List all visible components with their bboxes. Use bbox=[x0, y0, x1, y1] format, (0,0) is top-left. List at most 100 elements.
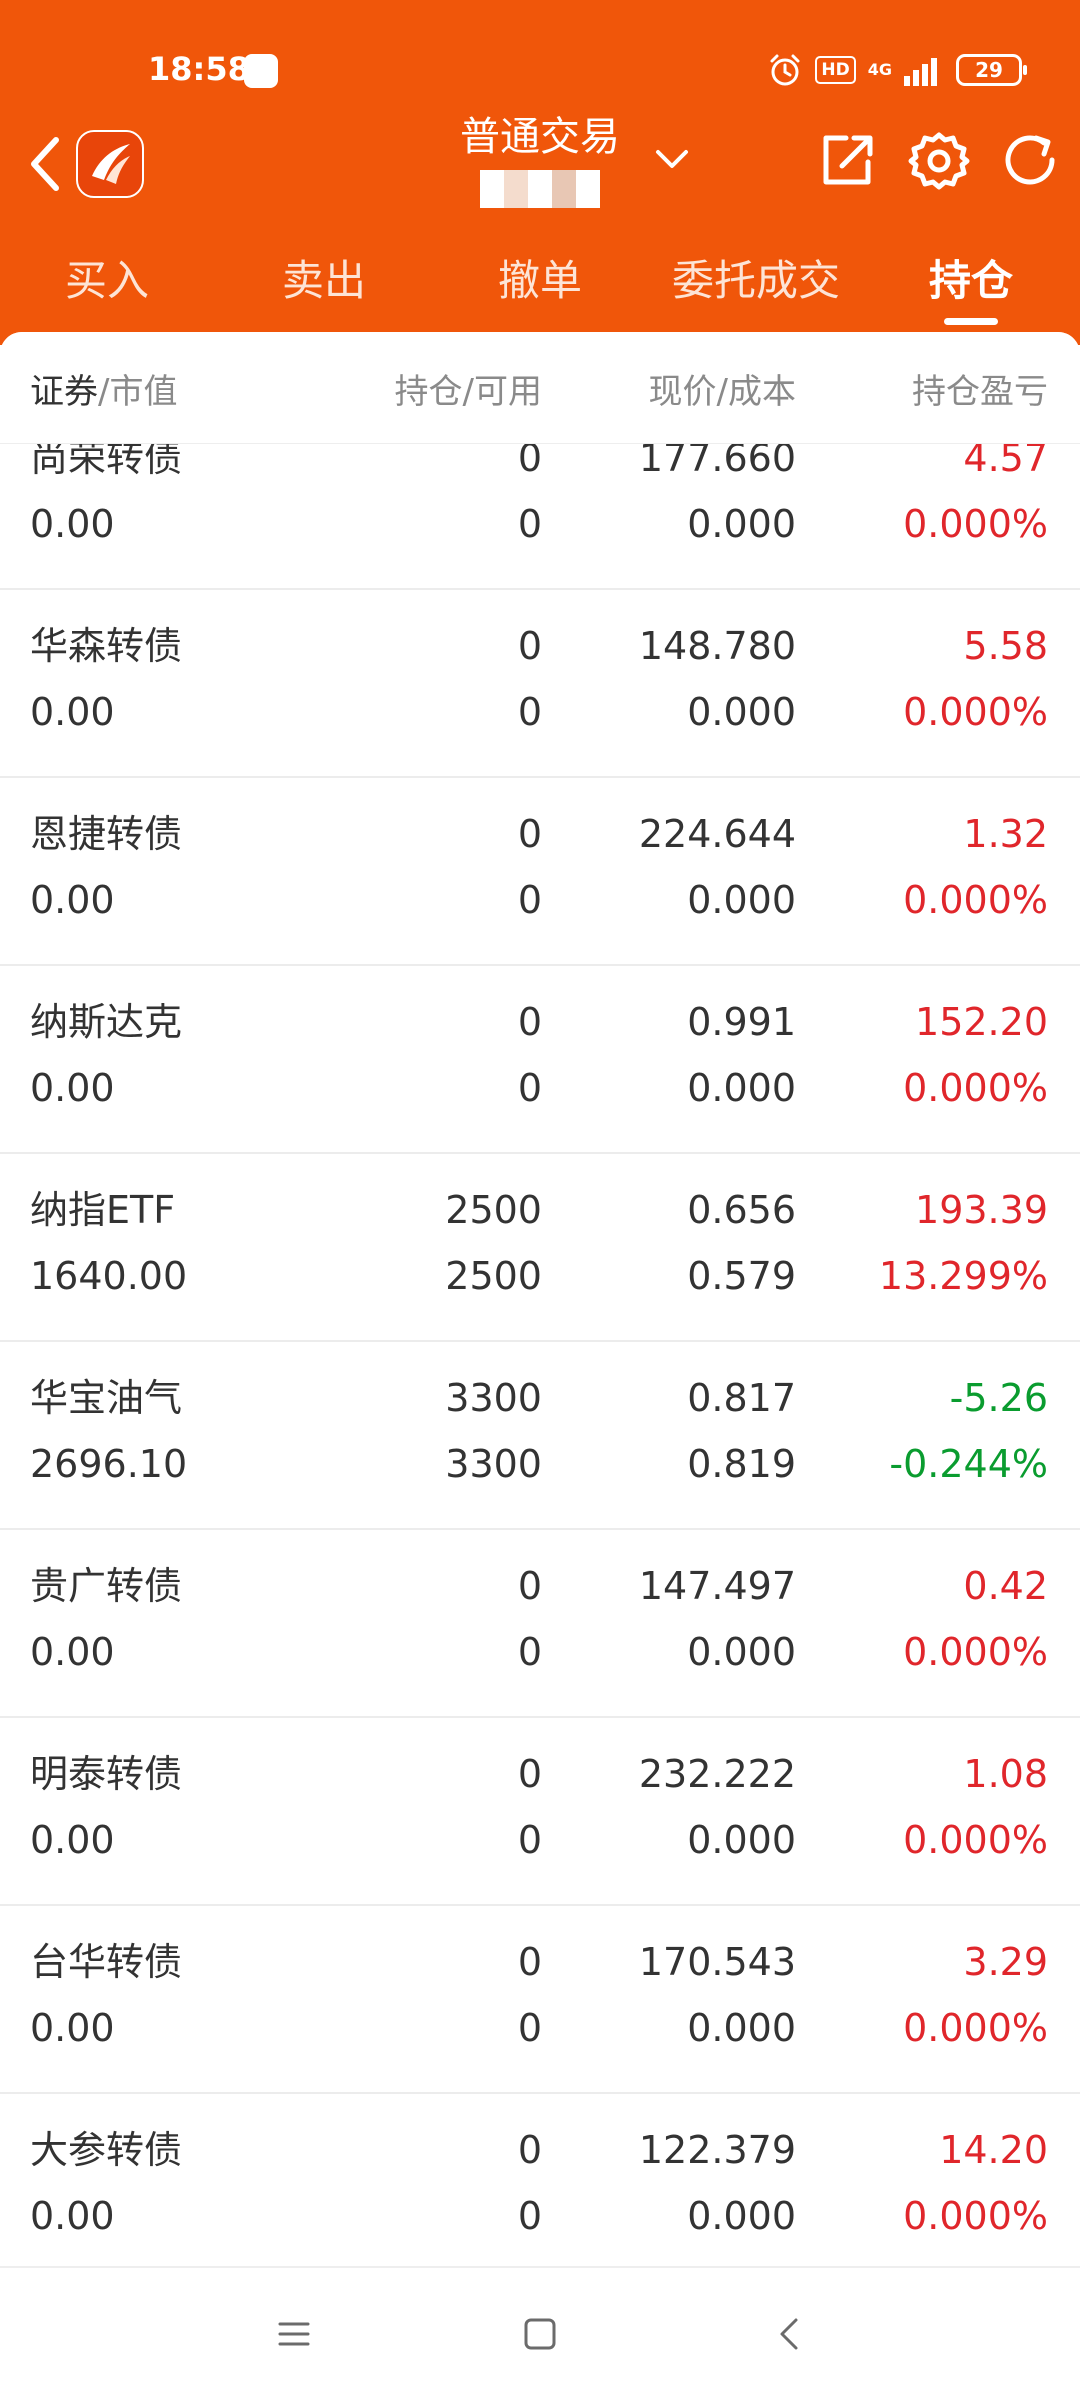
market-value: 0.00 bbox=[30, 1630, 115, 1674]
position-row[interactable]: 大参转债 0.00 0 0 122.379 0.000 14.20 0.000% bbox=[0, 2094, 1080, 2266]
signal-icon bbox=[904, 58, 937, 86]
available-qty: 0 bbox=[517, 1818, 542, 1862]
security-name: 明泰转债 bbox=[30, 1752, 183, 1796]
market-value: 0.00 bbox=[30, 1066, 115, 1110]
position-pl-pct: 0.000% bbox=[903, 2194, 1048, 2238]
position-row[interactable]: 恩捷转债 0.00 0 0 224.644 0.000 1.32 0.000% bbox=[0, 778, 1080, 966]
cost-price: 0.000 bbox=[687, 2006, 796, 2050]
position-qty: 0 bbox=[517, 1000, 542, 1044]
app-header: 18:58 HD 4G 29 普通交易 买入 卖出 撤单 委托成交 持仓 bbox=[0, 0, 1080, 345]
market-value: 0.00 bbox=[30, 878, 115, 922]
page-title: 普通交易 bbox=[460, 114, 620, 160]
market-value: 2696.10 bbox=[30, 1442, 188, 1486]
tab-buy[interactable]: 买入 bbox=[65, 248, 149, 314]
current-price: 0.656 bbox=[687, 1188, 796, 1232]
security-name: 恩捷转债 bbox=[30, 812, 183, 856]
status-time: 18:58 bbox=[148, 50, 250, 88]
current-price: 122.379 bbox=[638, 2128, 796, 2172]
alarm-icon bbox=[770, 54, 800, 86]
position-pl-pct: 0.000% bbox=[903, 502, 1048, 546]
position-row[interactable]: 台华转债 0.00 0 0 170.543 0.000 3.29 0.000% bbox=[0, 1906, 1080, 2094]
cost-price: 0.000 bbox=[687, 1066, 796, 1110]
position-pl-pct: 0.000% bbox=[903, 690, 1048, 734]
system-navigation-bar bbox=[0, 2266, 1080, 2400]
market-value: 0.00 bbox=[30, 2006, 115, 2050]
position-row[interactable]: 明泰转债 0.00 0 0 232.222 0.000 1.08 0.000% bbox=[0, 1718, 1080, 1906]
header-holding[interactable]: 持仓/可用 bbox=[395, 364, 542, 413]
market-value: 1640.00 bbox=[30, 1254, 188, 1298]
menu-icon[interactable] bbox=[276, 2316, 312, 2352]
refresh-icon[interactable] bbox=[1000, 130, 1062, 192]
cost-price: 0.819 bbox=[687, 1442, 796, 1486]
tab-orders[interactable]: 委托成交 bbox=[672, 248, 840, 314]
battery-level: 29 bbox=[975, 58, 1003, 82]
position-pl-pct: 0.000% bbox=[903, 878, 1048, 922]
position-pl: 14.20 bbox=[939, 2128, 1048, 2172]
header-pl[interactable]: 持仓盈亏 bbox=[912, 364, 1048, 413]
position-pl-pct: 0.000% bbox=[903, 1818, 1048, 1862]
position-qty: 2500 bbox=[445, 1188, 542, 1232]
position-pl: 0.42 bbox=[963, 1564, 1048, 1608]
market-value: 0.00 bbox=[30, 2194, 115, 2238]
cost-price: 0.000 bbox=[687, 2194, 796, 2238]
position-pl-pct: 13.299% bbox=[878, 1254, 1048, 1298]
header-price[interactable]: 现价/成本 bbox=[649, 364, 796, 413]
available-qty: 0 bbox=[517, 1066, 542, 1110]
app-logo-mark bbox=[92, 144, 130, 184]
security-name: 纳斯达克 bbox=[30, 1000, 183, 1044]
table-header: 证券/市值 持仓/可用 现价/成本 持仓盈亏 bbox=[0, 332, 1080, 444]
tab-cancel[interactable]: 撤单 bbox=[498, 248, 582, 314]
position-qty: 0 bbox=[517, 1564, 542, 1608]
title-box[interactable]: 普通交易 bbox=[440, 112, 640, 208]
position-pl: 152.20 bbox=[915, 1000, 1048, 1044]
security-name: 贵广转债 bbox=[30, 1564, 183, 1608]
current-price: 170.543 bbox=[638, 1940, 796, 1984]
active-tab-indicator bbox=[944, 318, 998, 325]
home-icon[interactable] bbox=[522, 2316, 558, 2352]
position-row[interactable]: 华宝油气 2696.10 3300 3300 0.817 0.819 -5.26 -0.244… bbox=[0, 1342, 1080, 1530]
position-row[interactable]: 华森转债 0.00 0 0 148.780 0.000 5.58 0.000% bbox=[0, 590, 1080, 778]
position-pl: 5.58 bbox=[963, 624, 1048, 668]
current-price: 232.222 bbox=[638, 1752, 796, 1796]
gear-icon[interactable] bbox=[908, 130, 970, 192]
cost-price: 0.000 bbox=[687, 878, 796, 922]
current-price: 224.644 bbox=[638, 812, 796, 856]
available-qty: 2500 bbox=[445, 1254, 542, 1298]
share-icon[interactable] bbox=[816, 130, 878, 192]
back-icon[interactable] bbox=[24, 132, 64, 196]
market-value: 0.00 bbox=[30, 1818, 115, 1862]
available-qty: 0 bbox=[517, 1630, 542, 1674]
header-actions bbox=[816, 130, 1062, 192]
position-pl: 193.39 bbox=[915, 1188, 1048, 1232]
battery-indicator: 29 bbox=[956, 54, 1027, 86]
header-security[interactable]: 证券/市值 bbox=[30, 364, 177, 413]
available-qty: 0 bbox=[517, 878, 542, 922]
chevron-down-icon[interactable] bbox=[654, 148, 690, 172]
tab-positions[interactable]: 持仓 bbox=[929, 248, 1013, 314]
position-qty: 0 bbox=[517, 2128, 542, 2172]
cost-price: 0.000 bbox=[687, 690, 796, 734]
security-name: 纳指ETF bbox=[30, 1188, 176, 1232]
notification-app-icon bbox=[244, 54, 278, 88]
position-pl: 3.29 bbox=[963, 1940, 1048, 1984]
position-pl: -5.26 bbox=[949, 1376, 1048, 1420]
position-row[interactable]: 纳斯达克 0.00 0 0 0.991 0.000 152.20 0.000% bbox=[0, 966, 1080, 1154]
available-qty: 3300 bbox=[445, 1442, 542, 1486]
security-name: 华宝油气 bbox=[30, 1376, 183, 1420]
masked-account bbox=[480, 170, 600, 208]
tab-sell[interactable]: 卖出 bbox=[282, 248, 366, 314]
security-name: 台华转债 bbox=[30, 1940, 183, 1984]
position-row[interactable]: 贵广转债 0.00 0 0 147.497 0.000 0.42 0.000% bbox=[0, 1530, 1080, 1718]
position-qty: 0 bbox=[517, 1940, 542, 1984]
status-icons: HD 4G 29 bbox=[767, 52, 1027, 88]
back-nav-icon[interactable] bbox=[772, 2316, 808, 2352]
position-qty: 0 bbox=[517, 624, 542, 668]
position-row[interactable]: 纳指ETF 1640.00 2500 2500 0.656 0.579 193.39 13.2… bbox=[0, 1154, 1080, 1342]
security-name: 华森转债 bbox=[30, 624, 183, 668]
current-price: 0.817 bbox=[687, 1376, 796, 1420]
cost-price: 0.000 bbox=[687, 1630, 796, 1674]
available-qty: 0 bbox=[517, 2194, 542, 2238]
position-pl-pct: -0.244% bbox=[889, 1442, 1048, 1486]
positions-sheet: 证券/市值 持仓/可用 现价/成本 持仓盈亏 尚荣转债 0.00 0 0 177.660… bbox=[0, 332, 1080, 2266]
current-price: 147.497 bbox=[638, 1564, 796, 1608]
